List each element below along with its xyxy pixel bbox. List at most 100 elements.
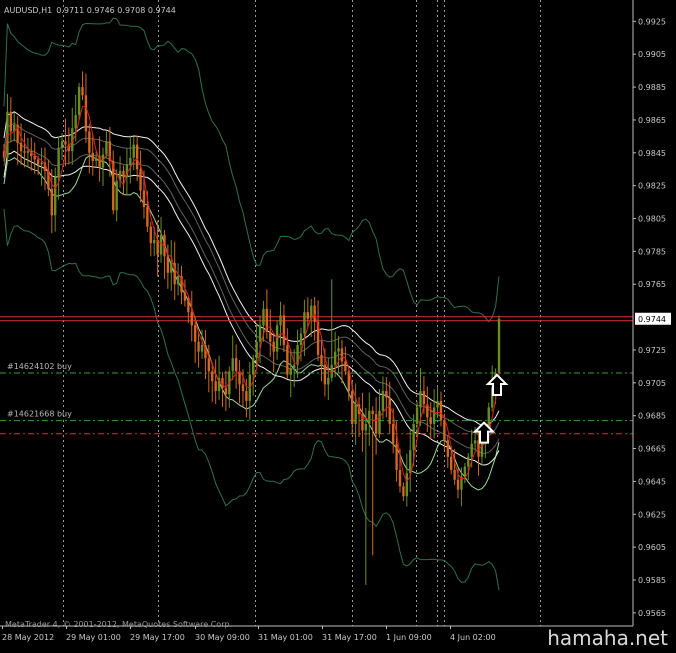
y-tick-label: 0.9785 (638, 247, 666, 256)
order-label: #14624102 buy (7, 362, 72, 371)
candle-body (262, 308, 265, 326)
y-tick-label: 0.9765 (638, 280, 666, 289)
candle-body (409, 450, 412, 474)
candle-body (368, 410, 371, 424)
candle-body (385, 391, 388, 398)
y-tick-label: 0.9645 (638, 477, 666, 486)
candle-body (105, 141, 108, 155)
candle-body (395, 443, 398, 470)
candle-body (415, 407, 419, 424)
candle-body (146, 207, 149, 227)
candle-body (364, 423, 368, 431)
candle-body (467, 456, 470, 467)
x-tick-label: 29 May 17:00 (130, 633, 185, 642)
y-tick-label: 0.9725 (638, 346, 666, 355)
candle-body (197, 341, 200, 352)
chart-canvas[interactable]: #14624102 buy #14621668 buy 0.9925 0.9905 0… (0, 0, 676, 650)
candle-body (26, 151, 30, 153)
candle-body (241, 384, 245, 392)
candle-body (36, 159, 40, 165)
candle-body (391, 423, 395, 444)
y-tick-label: 0.9885 (638, 83, 666, 92)
candle-body (327, 377, 330, 385)
candle-body (286, 345, 289, 375)
candle-body (176, 276, 180, 285)
candle-body (463, 466, 467, 477)
candle-body (153, 239, 156, 244)
x-tick-label: 28 May 2012 (2, 633, 54, 642)
candle[interactable] (77, 82, 81, 121)
candle-body (422, 391, 426, 405)
candle-body (333, 351, 337, 365)
candle-body (252, 358, 255, 375)
y-tick-label: 0.9825 (638, 182, 666, 191)
candle-body (432, 407, 436, 424)
x-tick-label: 1 Jun 09:00 (386, 633, 432, 642)
candle-body (115, 180, 118, 211)
candle-body (279, 315, 282, 326)
candle-body (456, 479, 460, 490)
candle-body (214, 381, 217, 392)
y-tick-label: 0.9585 (638, 576, 666, 585)
current-price-text: 0.9744 (638, 315, 666, 324)
candle-body (258, 325, 262, 342)
candle-body (193, 325, 197, 342)
y-tick-label: 0.9845 (638, 149, 666, 158)
candle-body (272, 341, 275, 352)
chart-background (0, 0, 676, 649)
y-tick-label: 0.9685 (638, 412, 666, 421)
candle-body (269, 331, 272, 342)
x-tick-label: 31 May 01:00 (258, 633, 313, 642)
candle-body (344, 361, 347, 372)
candle-body (450, 456, 453, 470)
x-tick-label: 31 May 17:00 (322, 633, 377, 642)
candle-body (388, 397, 391, 424)
candle-body (101, 154, 105, 168)
candle-body (303, 312, 306, 334)
candle-body (74, 115, 77, 129)
candle-body (234, 358, 238, 372)
y-tick-label: 0.9625 (638, 510, 666, 519)
candle-body (23, 151, 26, 153)
candle-body (405, 473, 409, 497)
candle-body (378, 410, 381, 434)
candle-body (306, 312, 310, 319)
candle-body (224, 387, 228, 395)
candle-body (436, 400, 439, 408)
candle-body (170, 262, 173, 273)
candle-body (187, 300, 190, 313)
candle[interactable] (497, 315, 501, 378)
copyright-text: MetaTrader 4, © 2001-2012, MetaQuotes So… (5, 620, 232, 629)
candle-body (419, 391, 422, 408)
candle-body (211, 371, 214, 382)
candle-body (443, 420, 446, 441)
candle-body (88, 131, 91, 153)
candle-body (129, 157, 132, 165)
candle-body (470, 443, 473, 457)
order-label: #14621668 buy (7, 410, 72, 419)
candle-body (166, 256, 170, 273)
candle-body (60, 141, 64, 148)
candle-body (159, 234, 163, 255)
y-tick-label: 0.9905 (638, 50, 666, 59)
candle-body (142, 190, 146, 208)
candle-body (231, 358, 234, 372)
candle-body (282, 315, 286, 346)
x-tick-label: 30 May 09:00 (195, 633, 250, 642)
candle-body (340, 348, 344, 362)
candle-body (374, 414, 378, 434)
candle-body (33, 156, 36, 160)
candle-body (446, 440, 449, 457)
candle-body (429, 417, 432, 424)
y-tick-label: 0.9865 (638, 116, 666, 125)
candle-body (94, 157, 98, 162)
candle-body (351, 391, 354, 424)
candle-body (9, 111, 13, 132)
candle-body (473, 440, 477, 444)
candle-body (64, 141, 67, 145)
candle-body (398, 469, 402, 487)
y-tick-label: 0.9605 (638, 543, 666, 552)
candle-body (255, 341, 258, 359)
x-tick-label: 29 May 01:00 (66, 633, 121, 642)
price-chart[interactable]: #14624102 buy #14621668 buy 0.9925 0.9905 0… (0, 0, 676, 650)
